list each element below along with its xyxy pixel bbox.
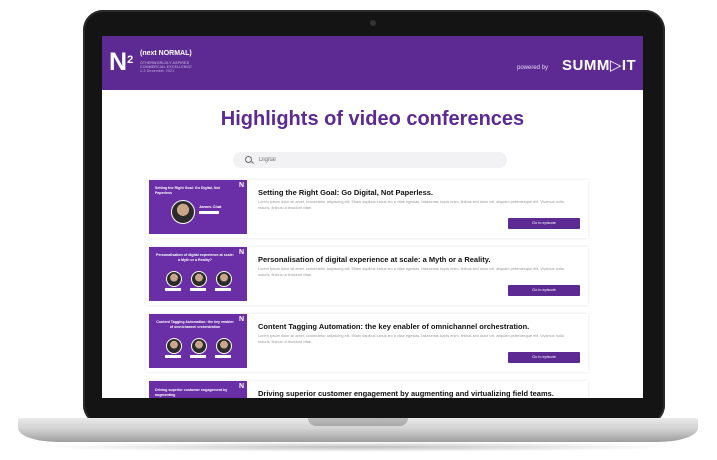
search-input[interactable] <box>259 154 489 165</box>
card-description: Lorem ipsum dolor sit amet, consectetur … <box>258 200 564 210</box>
thumbnail-n2-logo: N <box>238 316 244 323</box>
speaker-badge <box>215 355 231 358</box>
thumbnail-title: Content Tagging Automation: the key enab… <box>156 320 234 329</box>
page-title: Highlights of video conferences <box>220 108 525 130</box>
video-thumbnail[interactable]: Personalisation of digital experience at… <box>149 247 247 301</box>
search-bar[interactable] <box>233 152 507 168</box>
thumbnail-n2-logo: N <box>238 182 244 189</box>
speaker-name: James Chat <box>199 204 222 209</box>
thumbnail-n2-logo: N <box>238 249 244 256</box>
go-to-episode-button[interactable]: Go to episode <box>508 352 580 363</box>
speaker-badge <box>199 211 219 214</box>
speaker-badge <box>190 288 206 291</box>
card-title[interactable]: Setting the Right Goal: Go Digital, Not … <box>258 188 433 197</box>
speaker-badge <box>215 288 231 291</box>
video-card[interactable]: Setting the Right Goal: Go Digital, Not … <box>146 180 588 238</box>
speaker-badge <box>165 288 181 291</box>
laptop-shadow <box>40 442 676 452</box>
thumbnail-title: Personalisation of digital experience at… <box>156 253 234 262</box>
site-header: N2 (next NORMAL) OTHERWORLDLY ASPIRED CO… <box>102 36 643 90</box>
card-description: Lorem ipsum dolor sit amet, consectetur … <box>258 334 564 344</box>
laptop-screen: N2 (next NORMAL) OTHERWORLDLY ASPIRED CO… <box>102 36 643 398</box>
camera-dot <box>370 20 376 26</box>
search-icon <box>245 156 252 163</box>
laptop-base <box>18 418 698 442</box>
card-description: Lorem ipsum dolor sit amet, consectetur … <box>258 267 564 277</box>
video-thumbnail[interactable]: Content Tagging Automation: the key enab… <box>149 314 247 368</box>
card-title[interactable]: Driving superior customer engagement by … <box>258 389 554 398</box>
speaker-photo <box>191 338 207 354</box>
thumbnail-title: Driving superior customer engagement by … <box>155 388 228 397</box>
summit-logo[interactable]: SUMM▷IT <box>562 56 636 74</box>
go-to-episode-button[interactable]: Go to episode <box>508 285 580 296</box>
logo-date: 1-3 December 2021 <box>140 69 175 73</box>
n2-logo[interactable]: N2 <box>109 50 133 75</box>
speaker-photo <box>171 200 195 224</box>
video-card[interactable]: Personalisation of digital experience at… <box>146 247 588 305</box>
base-notch <box>308 418 408 426</box>
card-title[interactable]: Content Tagging Automation: the key enab… <box>258 322 529 331</box>
speaker-badge <box>190 355 206 358</box>
speaker-photo <box>191 271 207 287</box>
logo-title: (next NORMAL) <box>140 50 192 57</box>
go-to-episode-button[interactable]: Go to episode <box>508 218 580 229</box>
video-thumbnail[interactable]: Setting the Right Goal: Go Digital, Not … <box>149 180 247 234</box>
speaker-photo <box>216 271 232 287</box>
speaker-photo <box>166 338 182 354</box>
speaker-photo <box>166 271 182 287</box>
speaker-badge <box>165 355 181 358</box>
video-card[interactable]: Driving superior customer engagement by … <box>146 381 588 398</box>
thumbnail-title: Setting the Right Goal: Go Digital, Not … <box>155 186 220 195</box>
thumbnail-n2-logo: N <box>238 383 244 390</box>
card-title[interactable]: Personalisation of digital experience at… <box>258 255 490 264</box>
powered-by-label: powered by <box>517 65 549 71</box>
video-card[interactable]: Content Tagging Automation: the key enab… <box>146 314 588 372</box>
video-thumbnail[interactable]: Driving superior customer engagement by … <box>149 381 247 398</box>
speaker-photo <box>216 338 232 354</box>
